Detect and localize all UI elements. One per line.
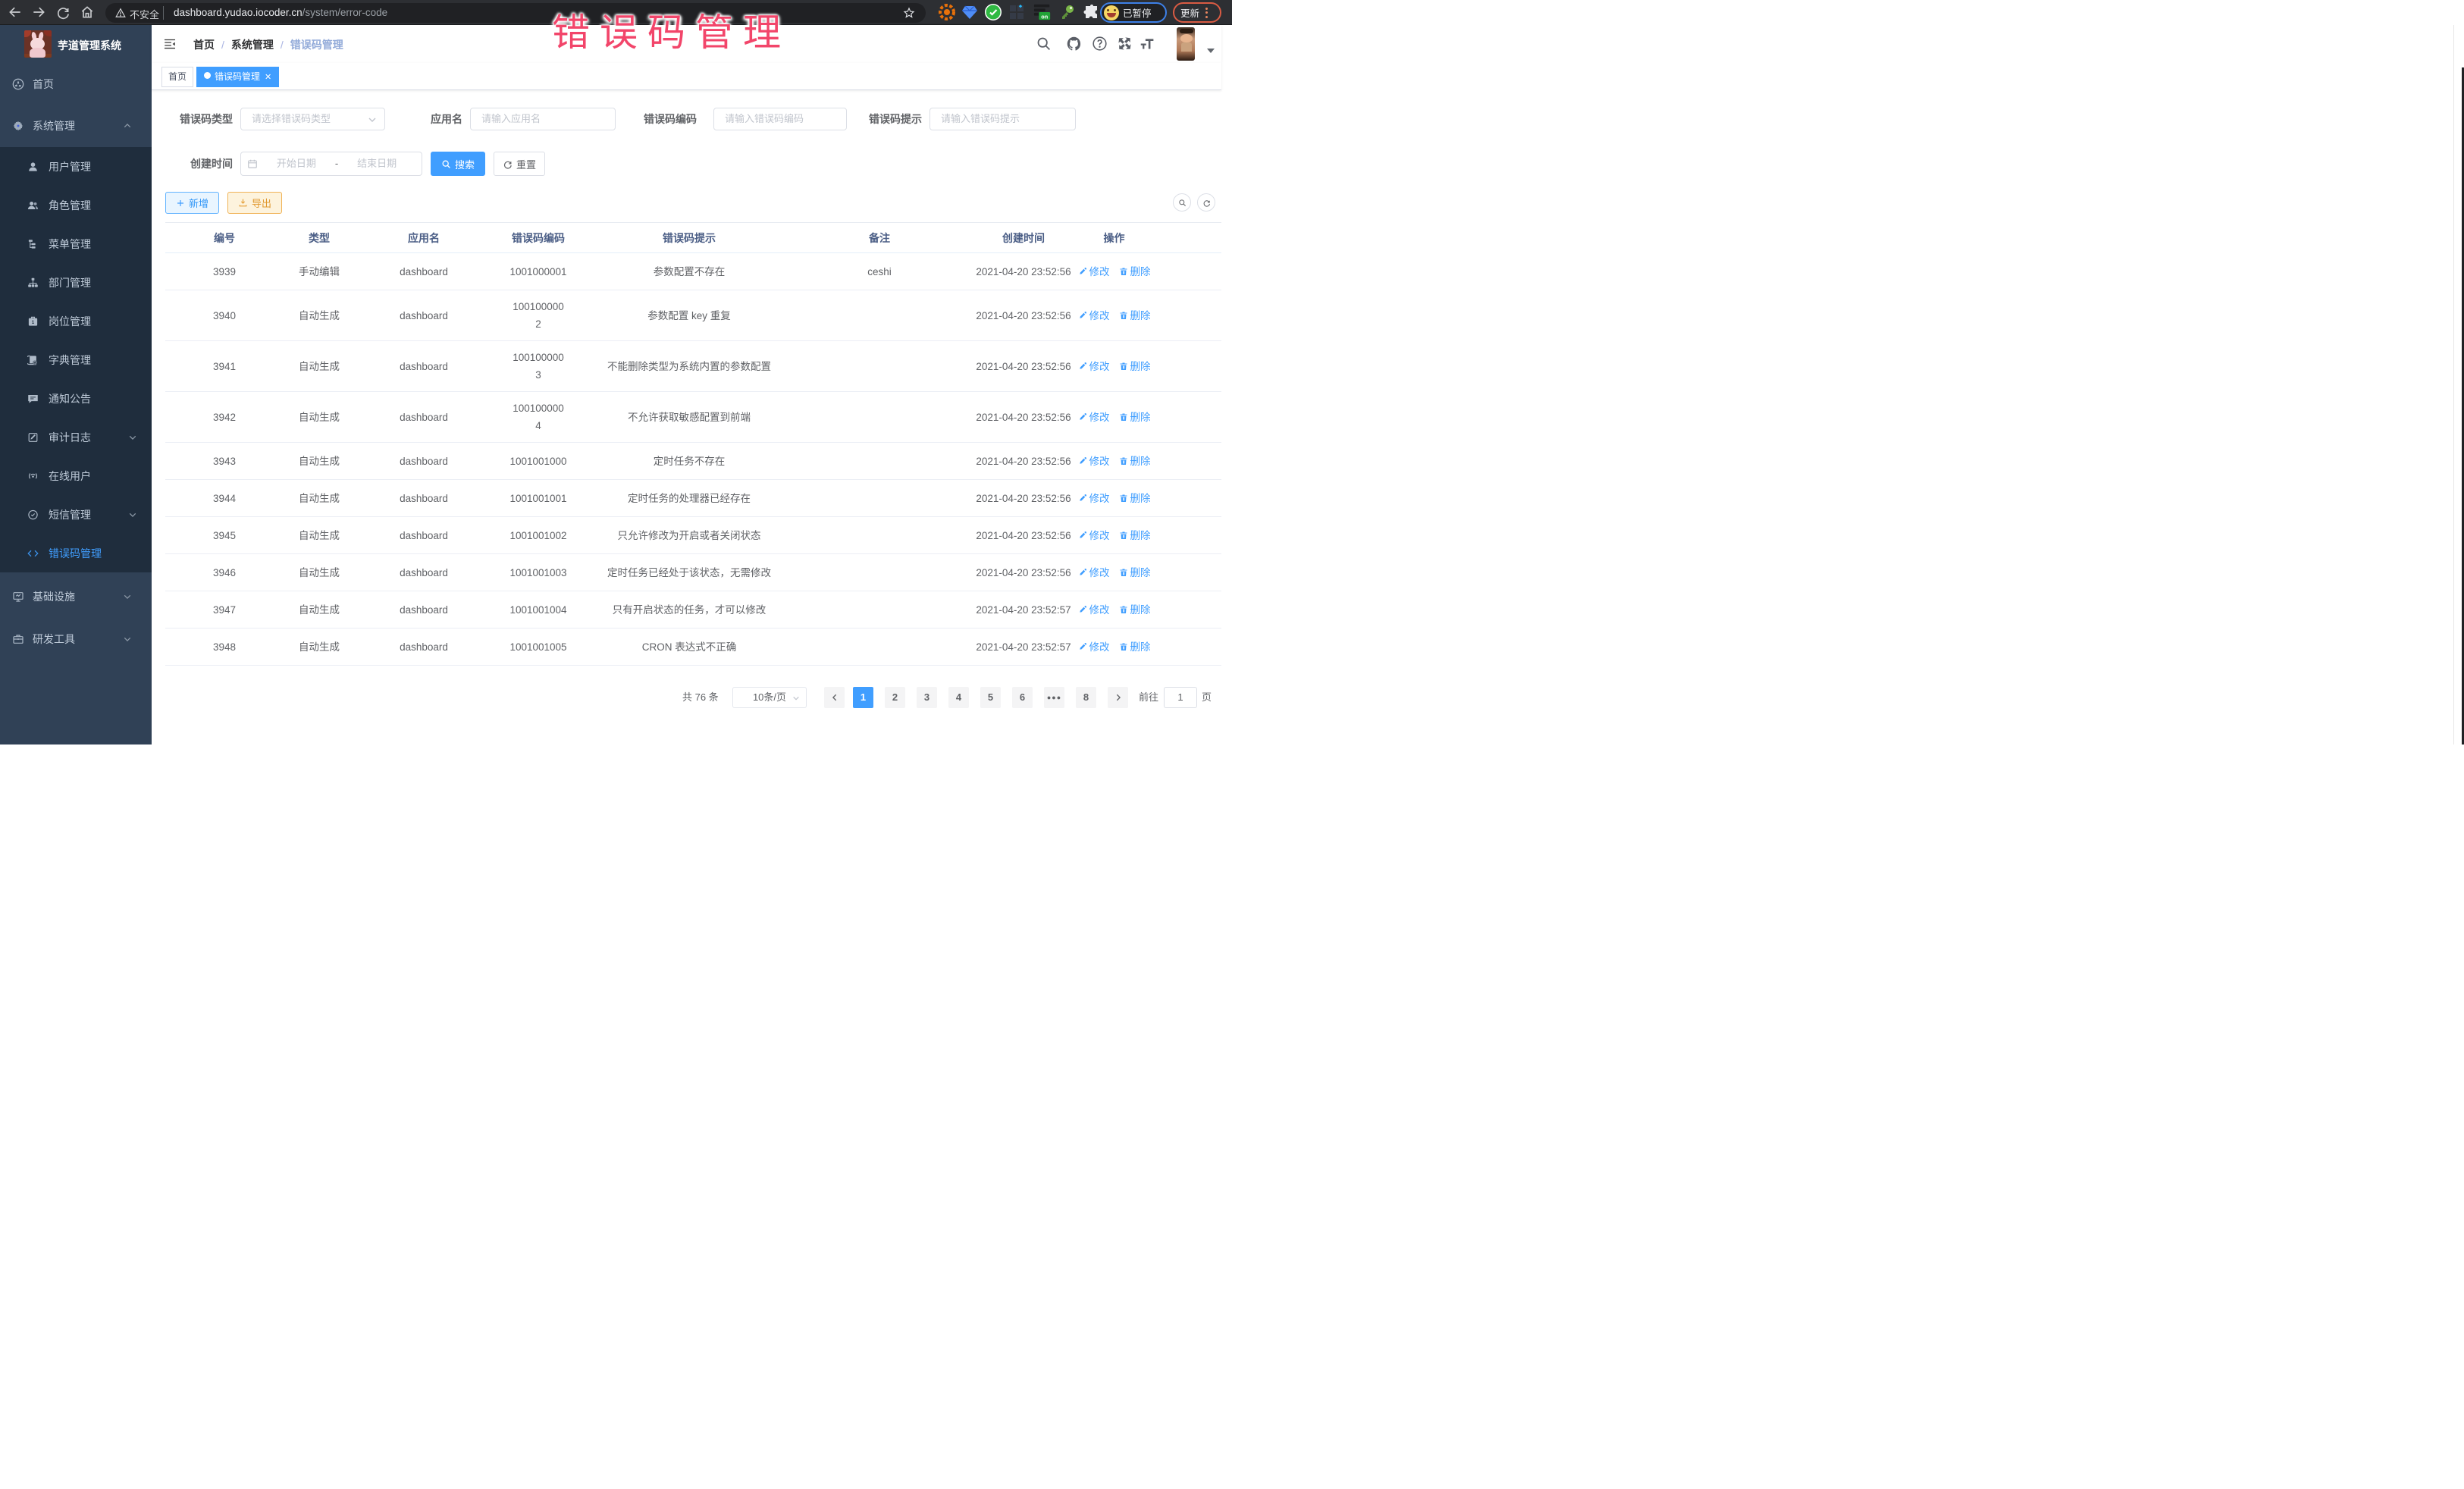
svg-text:on: on: [1041, 13, 1049, 20]
svg-text:1: 1: [32, 320, 35, 325]
